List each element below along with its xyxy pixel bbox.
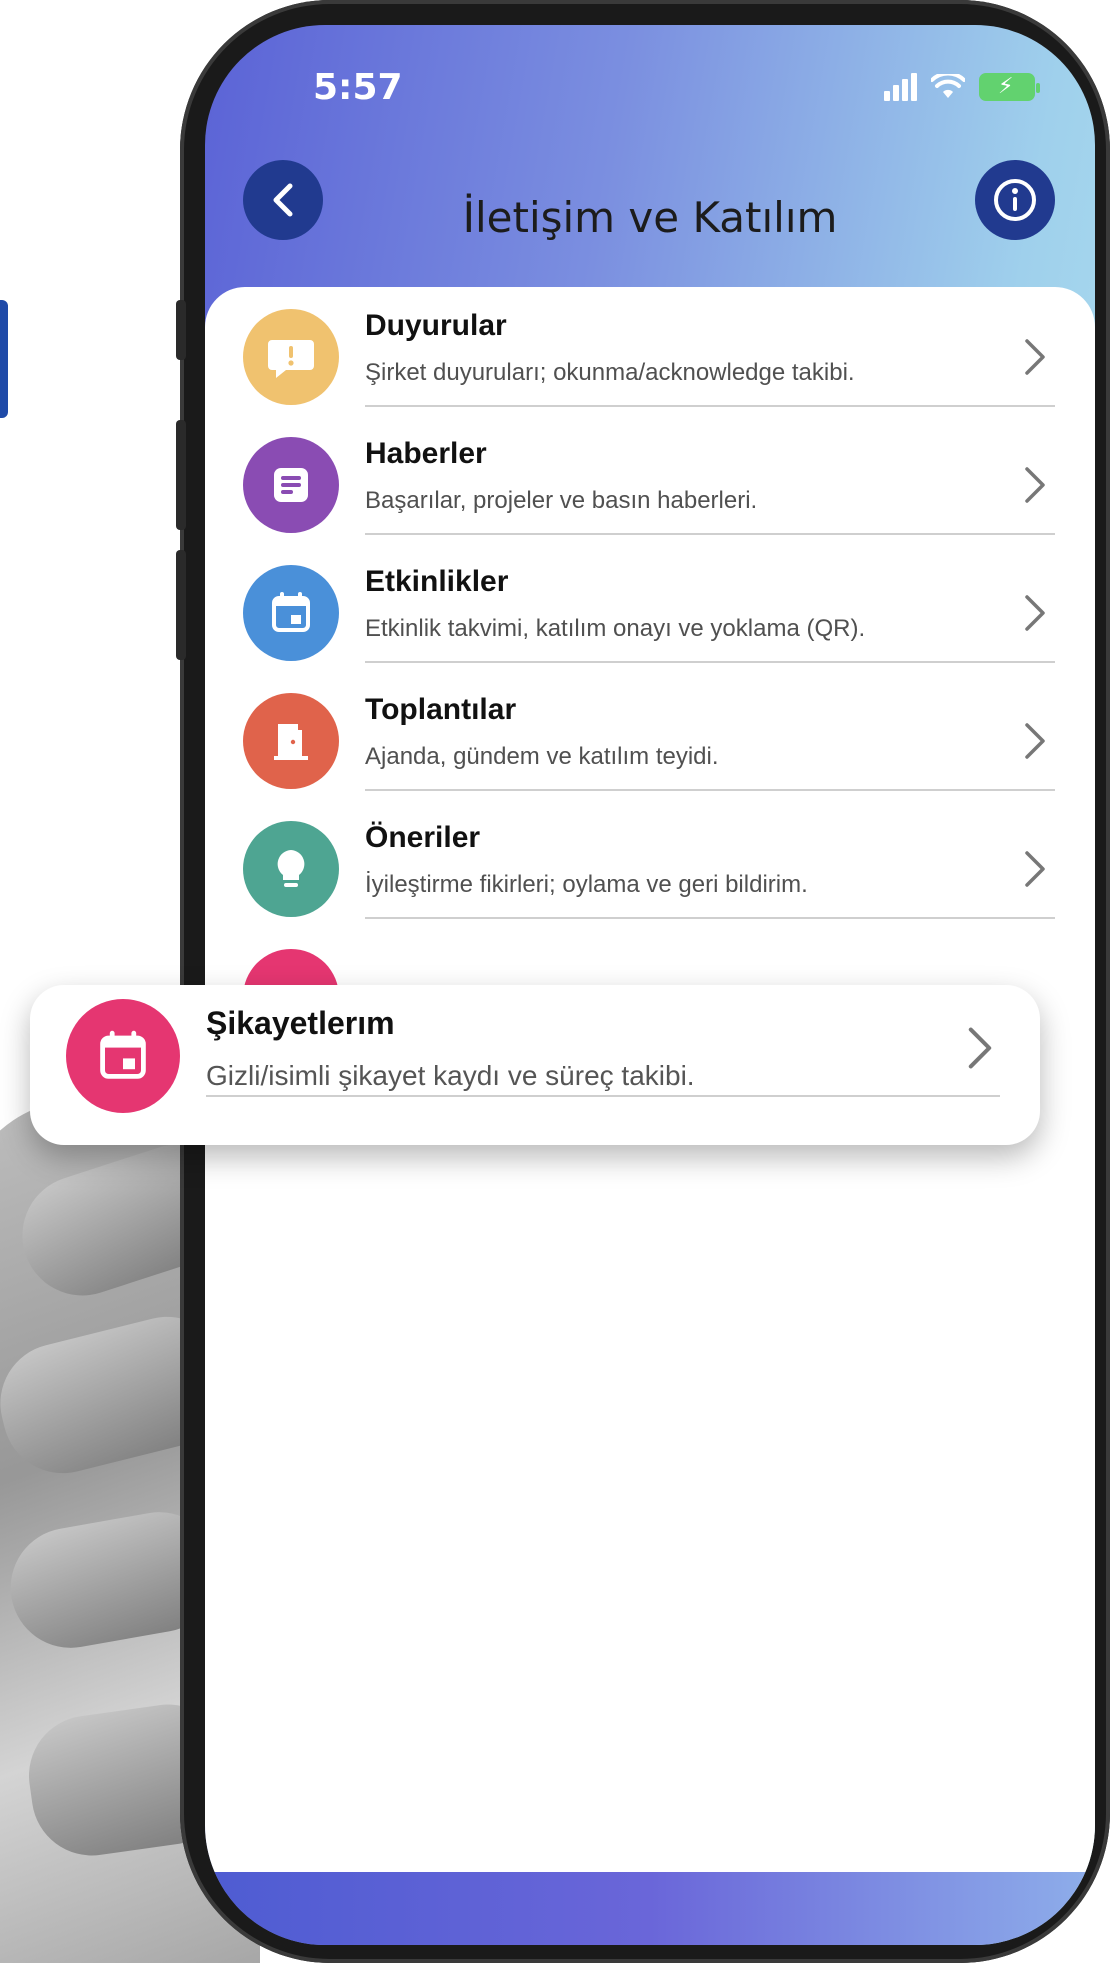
menu-item-text: Etkinlikler Etkinlik takvimi, katılım on… (365, 565, 1055, 663)
menu-item-subtitle: Şirket duyuruları; okunma/acknowledge ta… (365, 359, 855, 386)
chevron-right-icon (1025, 723, 1045, 759)
menu-item-text: Öneriler İyileştirme fikirleri; oylama v… (365, 821, 1055, 919)
wifi-icon (931, 74, 965, 98)
chevron-right-icon (1025, 851, 1045, 887)
lightbulb-icon (243, 821, 339, 917)
menu-item-subtitle: Ajanda, gündem ve katılım teyidi. (365, 743, 719, 770)
bottom-bar (205, 1872, 1095, 1945)
menu-item-subtitle: İyileştirme fikirleri; oylama ve geri bi… (365, 871, 808, 898)
menu-item-haberler[interactable]: Haberler Başarılar, projeler ve basın ha… (205, 415, 1095, 543)
menu-item-toplantilar[interactable]: Toplantılar Ajanda, gündem ve katılım te… (205, 671, 1095, 799)
menu-item-oneriler[interactable]: Öneriler İyileştirme fikirleri; oylama v… (205, 799, 1095, 927)
menu-item-text: Duyurular Şirket duyuruları; okunma/ackn… (365, 309, 1055, 407)
menu-item-duyurular[interactable]: Duyurular Şirket duyuruları; okunma/ackn… (205, 287, 1095, 415)
status-time: 5:57 (313, 67, 403, 108)
menu-item-subtitle: Başarılar, projeler ve basın haberleri. (365, 487, 758, 514)
menu-item-text: Şikayetlerım Gizli/isimli şikayet kaydı … (206, 1005, 1000, 1097)
left-accent-bar (0, 300, 8, 418)
menu-item-subtitle: Gizli/isimli şikayet kaydı ve süreç taki… (206, 1060, 695, 1091)
info-button[interactable] (975, 160, 1055, 240)
menu-item-text: Toplantılar Ajanda, gündem ve katılım te… (365, 693, 1055, 791)
phone-side-button (176, 300, 186, 360)
menu-item-title: Duyurular (365, 309, 507, 342)
signal-icon (884, 73, 917, 101)
menu-item-etkinlikler[interactable]: Etkinlikler Etkinlik takvimi, katılım on… (205, 543, 1095, 671)
chevron-right-icon (1025, 595, 1045, 631)
phone-side-button (176, 550, 186, 660)
page-title: İletişim ve Katılım (462, 193, 838, 242)
menu-item-title: Haberler (365, 437, 487, 470)
calendar-icon (243, 565, 339, 661)
menu-item-text: Haberler Başarılar, projeler ve basın ha… (365, 437, 1055, 535)
chevron-right-icon (968, 1027, 992, 1069)
menu-item-sikayetlerim[interactable]: Şikayetlerım Gizli/isimli şikayet kaydı … (30, 985, 1040, 1145)
menu-item-subtitle: Etkinlik takvimi, katılım onayı ve yokla… (365, 615, 866, 642)
phone-side-button (176, 420, 186, 530)
status-icons: ⚡ (884, 73, 1040, 101)
announcement-icon (243, 309, 339, 405)
chevron-right-icon (1025, 339, 1045, 375)
menu-item-title: Şikayetlerım (206, 1005, 395, 1041)
battery-icon: ⚡ (979, 73, 1040, 101)
news-icon (243, 437, 339, 533)
menu-item-title: Toplantılar (365, 693, 517, 726)
menu-item-title: Öneriler (365, 821, 481, 854)
calendar-icon (66, 999, 180, 1113)
info-icon (994, 179, 1036, 221)
door-icon (243, 693, 339, 789)
chevron-right-icon (1025, 467, 1045, 503)
menu-item-title: Etkinlikler (365, 565, 509, 598)
